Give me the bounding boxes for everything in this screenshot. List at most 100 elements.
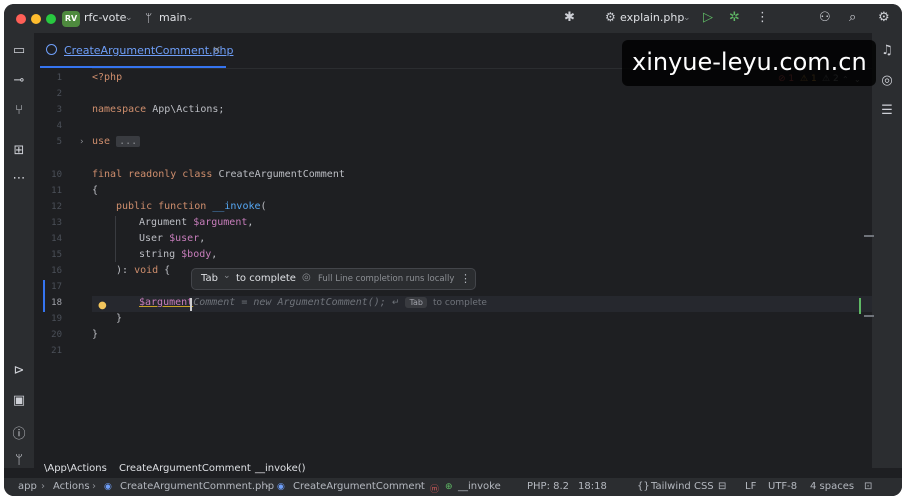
code-line-5: use ... (92, 136, 141, 147)
terminal-icon[interactable]: ▣ (11, 393, 27, 408)
line-number: 19 (51, 314, 62, 324)
php-file-icon: ◉ (104, 482, 112, 492)
debug-bug-icon[interactable]: ✱ (564, 10, 575, 25)
project-name[interactable]: rfc-vote (84, 11, 126, 24)
left-tool-bar: ▭ ⊸ ⑂ ⊞ ⋯ ⊳ ▣ ⓘ ᛘ (4, 33, 34, 468)
close-window-button[interactable] (16, 14, 26, 24)
encoding[interactable]: UTF-8 (768, 481, 797, 492)
breadcrumb-namespace[interactable]: \App\Actions (44, 463, 107, 474)
breadcrumb: \App\Actions CreateArgumentComment __inv… (34, 460, 872, 477)
param-var: $argument (193, 217, 248, 228)
code-line-10: final readonly class CreateArgumentComme… (92, 169, 345, 180)
indent-setting[interactable]: 4 spaces (810, 481, 854, 492)
run-icon[interactable]: ▷ (703, 10, 713, 25)
line-number: 16 (51, 266, 62, 276)
method-icon: ⓜ (430, 485, 440, 495)
braces-icon: {} (637, 481, 650, 492)
line-number: 3 (56, 105, 62, 115)
code-line-19: } (116, 313, 123, 324)
lock-icon: ⊕ (445, 482, 453, 492)
add-user-icon[interactable]: ⚇ (819, 10, 831, 25)
fold-chevron-icon[interactable]: › (80, 137, 84, 147)
line-ending[interactable]: LF (745, 481, 756, 492)
pull-requests-icon[interactable]: ⑂ (11, 103, 27, 118)
line-number: 12 (51, 202, 62, 212)
code-line-1: <?php (92, 72, 123, 83)
line-number: 20 (51, 330, 62, 340)
more-tools-icon[interactable]: ⋯ (11, 171, 27, 186)
minimize-window-button[interactable] (31, 14, 41, 24)
vcs-change-marker[interactable] (43, 280, 45, 312)
php-file-icon: ⚙ (605, 10, 616, 24)
indent-guide (115, 216, 116, 262)
lock-file-icon[interactable]: ⊟ (718, 481, 726, 492)
tab-key-label[interactable]: Tab (201, 273, 218, 284)
status-path-actions[interactable]: Actions (53, 481, 90, 492)
code-line-14: User $user, (139, 233, 205, 244)
status-path-app[interactable]: app (18, 481, 37, 492)
function-keywords: public function (116, 201, 207, 212)
line-number: 13 (51, 218, 62, 228)
line-number: 15 (51, 250, 62, 260)
use-keyword: use (92, 136, 111, 147)
ide-window: RV rfc-vote ⌄ ᛘ main ⌄ ✱ ⚙ explain.php ⌄… (4, 4, 902, 496)
php-version[interactable]: PHP: 8.2 (527, 481, 569, 492)
param-var: $user (169, 233, 200, 244)
popup-action-label[interactable]: to complete (236, 273, 296, 284)
framework[interactable]: Tailwind CSS (651, 481, 714, 492)
branch-name[interactable]: main (159, 11, 186, 24)
open-brace: { (158, 265, 171, 276)
cursor-position[interactable]: 18:18 (578, 481, 607, 492)
title-bar: RV rfc-vote ⌄ ᛘ main ⌄ ✱ ⚙ explain.php ⌄… (4, 4, 902, 33)
search-icon[interactable]: ⌕ (849, 10, 856, 25)
code-line-15: string $body, (139, 249, 217, 260)
typed-variable: $argument (139, 297, 194, 308)
open-paren: ( (260, 201, 267, 212)
run-config-name[interactable]: explain.php (620, 11, 684, 24)
status-bar: app › Actions › ◉ CreateArgumentComment.… (4, 478, 902, 496)
maximize-window-button[interactable] (46, 14, 56, 24)
return-symbol: ↵ (391, 298, 400, 308)
chevron-down-icon[interactable]: ⌄ (223, 271, 231, 281)
close-tab-icon[interactable]: × (212, 43, 221, 56)
breadcrumb-class[interactable]: CreateArgumentComment (119, 463, 251, 474)
settings-gear-icon[interactable]: ⚙ (878, 10, 890, 25)
database-icon[interactable]: ☰ (879, 103, 895, 118)
ai-assistant-icon[interactable]: ◎ (879, 73, 895, 88)
scrollbar-marker[interactable] (864, 235, 874, 237)
more-actions-icon[interactable]: ⋮ (756, 10, 769, 25)
status-path-class[interactable]: CreateArgumentComment (293, 481, 425, 492)
debug-icon[interactable]: ✲ (729, 10, 740, 25)
line-number: 14 (51, 234, 62, 244)
change-marker (859, 298, 861, 314)
git-icon[interactable]: ᛘ (11, 453, 27, 468)
popup-note: Full Line completion runs locally (318, 274, 455, 284)
run-tool-icon[interactable]: ⊳ (11, 363, 27, 378)
breadcrumb-method[interactable]: __invoke() (255, 463, 306, 474)
close-paren: ): (116, 265, 135, 276)
editor-gutter[interactable]: 1 2 3 4 5 10 11 12 13 14 15 16 17 18 19 … (34, 68, 107, 468)
comma: , (247, 217, 254, 228)
tab-key-hint: Tab (405, 297, 427, 308)
folded-imports[interactable]: ... (116, 136, 141, 147)
code-line-3: namespace App\Actions; (92, 104, 224, 115)
notifications-bell-icon[interactable]: ♫ (879, 43, 895, 58)
class-keywords: final readonly class (92, 169, 213, 180)
more-options-icon[interactable]: ⋮ (460, 272, 471, 285)
scrollbar-marker[interactable] (864, 315, 874, 317)
status-path-file[interactable]: CreateArgumentComment.php (120, 481, 274, 492)
branch-icon: ᛘ (145, 11, 153, 25)
code-line-16: ): void { (116, 265, 170, 276)
php-class-icon (46, 44, 57, 55)
param-var: $body (181, 249, 212, 260)
return-type: void (134, 265, 159, 276)
problems-icon[interactable]: ⓘ (11, 423, 27, 442)
complete-hint: to complete (433, 298, 487, 308)
status-path-method[interactable]: __invoke (458, 481, 501, 492)
commit-icon[interactable]: ⊸ (11, 73, 27, 88)
project-folder-icon[interactable]: ▭ (11, 43, 27, 58)
structure-icon[interactable]: ⊞ (11, 143, 27, 158)
tab-create-argument-comment[interactable]: CreateArgumentComment.php × (40, 33, 233, 68)
project-badge[interactable]: RV (62, 11, 80, 27)
lock-icon[interactable]: ⊡ (864, 481, 872, 492)
